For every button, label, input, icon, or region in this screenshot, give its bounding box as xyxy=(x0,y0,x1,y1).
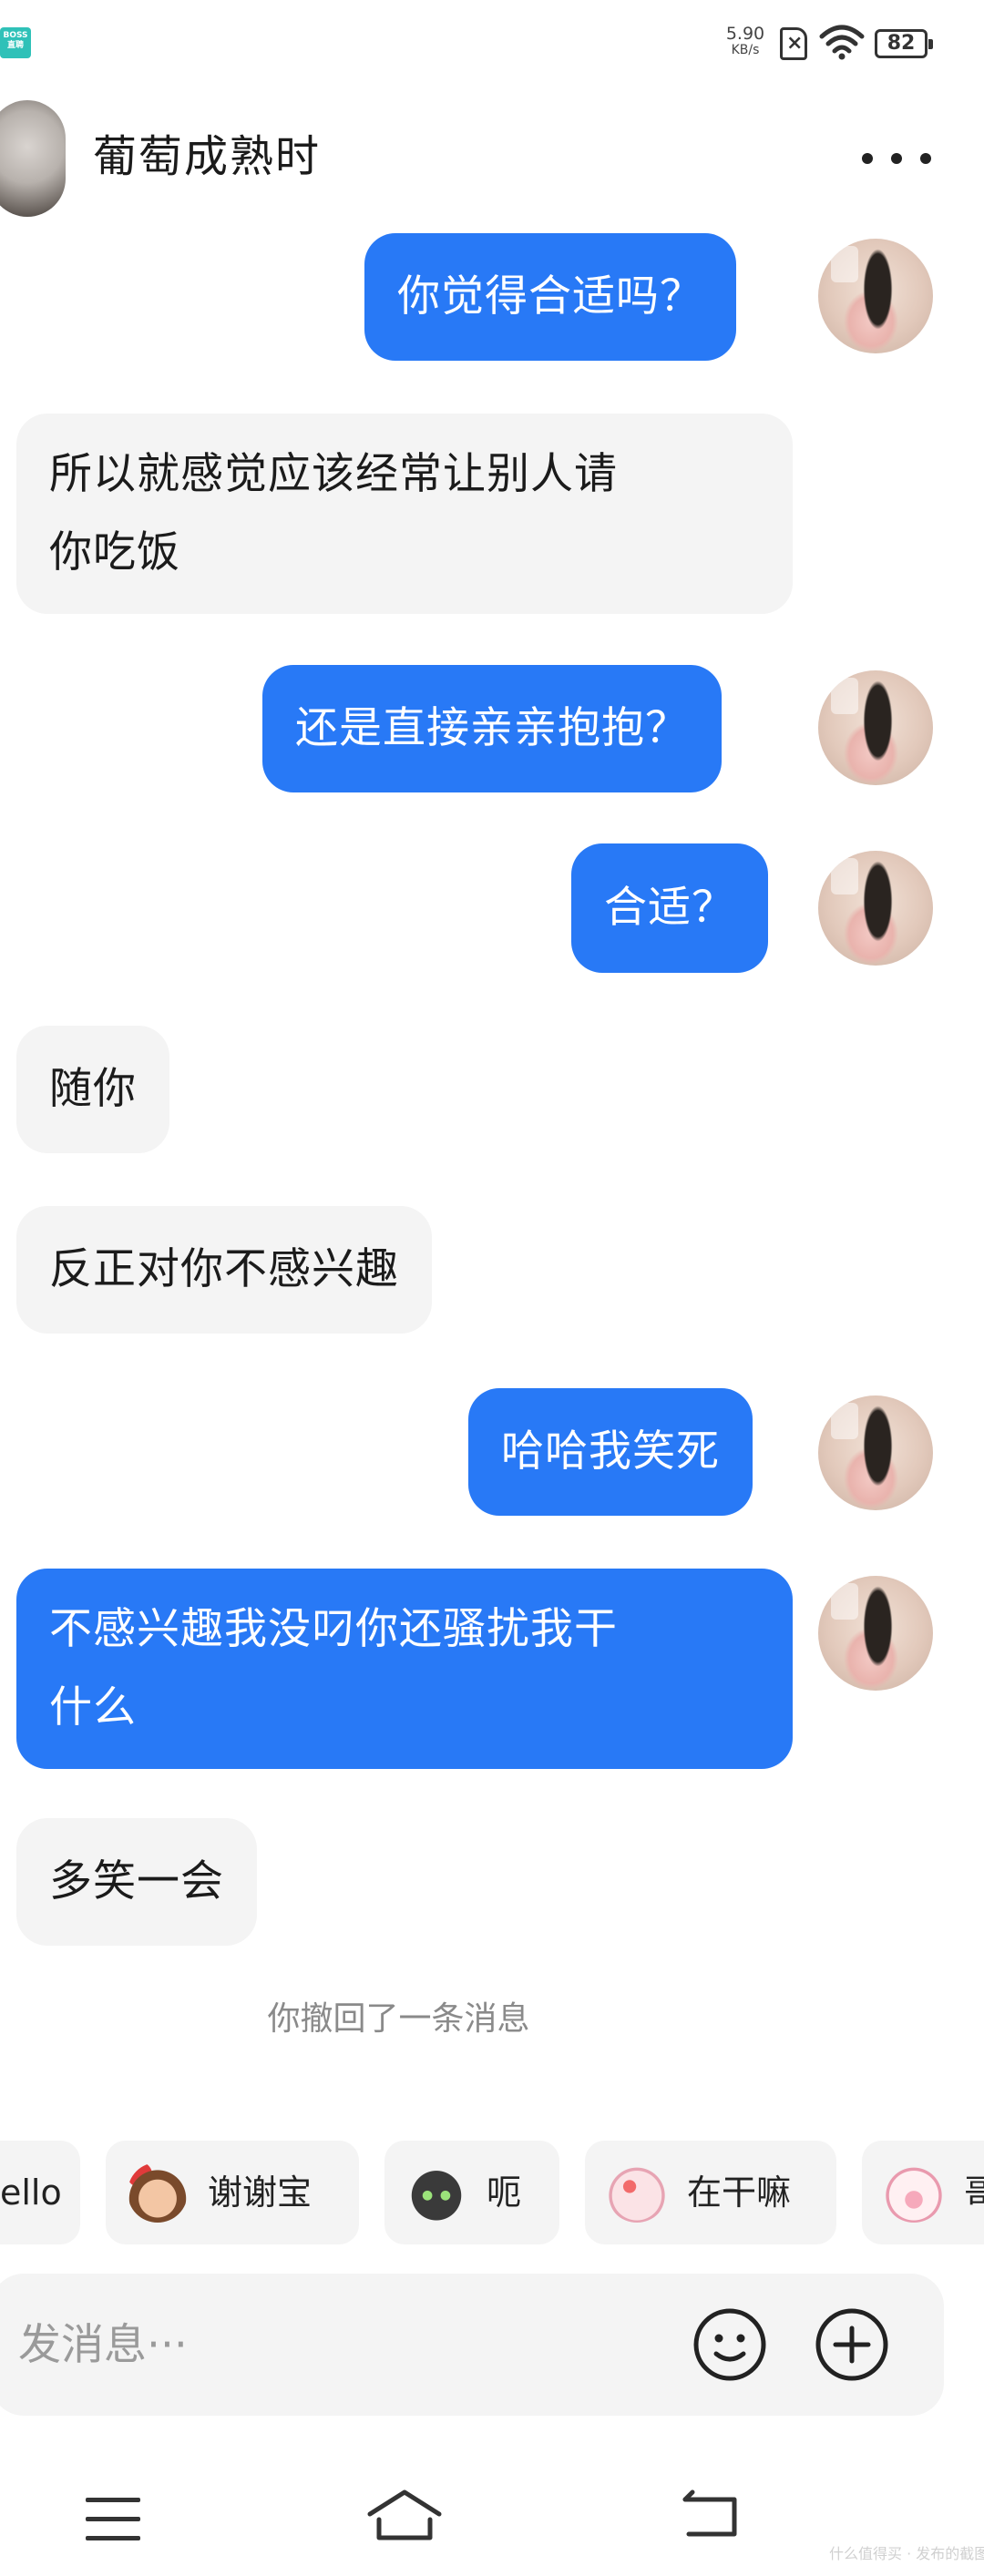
quick-reply-label: ello xyxy=(0,2172,62,2213)
quick-reply-chip[interactable]: ello xyxy=(0,2141,80,2244)
quick-reply-chip[interactable]: 谢谢宝 xyxy=(106,2141,359,2244)
quick-reply-chip[interactable]: 哥 xyxy=(862,2141,984,2244)
network-speed-value: 5.90 xyxy=(725,24,765,44)
message-bubble-sent[interactable]: 不感兴趣我没叼你还骚扰我干 什么 xyxy=(16,1569,793,1769)
message-bubble-received[interactable]: 所以就感觉应该经常让别人请 你吃饭 xyxy=(16,414,793,614)
girl-with-rose-sticker-icon xyxy=(128,2162,188,2223)
status-bar: BOSS直聘 5.90 KB/s × 82 xyxy=(0,0,984,91)
message-bubble-sent[interactable]: 合适？ xyxy=(571,843,768,973)
quick-reply-bar: ello 谢谢宝 呃 在干嘛 哥 xyxy=(0,2141,984,2248)
more-dots-icon[interactable] xyxy=(862,140,931,177)
message-bubble-received[interactable]: 随你 xyxy=(16,1026,169,1153)
my-avatar[interactable] xyxy=(818,1395,933,1510)
quick-reply-label: 在干嘛 xyxy=(687,2172,792,2213)
quick-reply-label: 哥 xyxy=(964,2172,984,2213)
message-input-bar xyxy=(0,2274,944,2416)
network-speed: 5.90 KB/s xyxy=(722,26,769,58)
contact-name: 葡萄成熟时 xyxy=(93,131,322,182)
cat-sticker-icon xyxy=(406,2162,466,2223)
pig-magnifier-sticker-icon xyxy=(607,2162,667,2223)
quick-reply-label: 谢谢宝 xyxy=(208,2172,313,2213)
battery-level: 82 xyxy=(887,32,916,55)
contact-avatar[interactable] xyxy=(0,100,66,217)
plus-circle-icon[interactable] xyxy=(814,2306,890,2383)
battery-icon: 82 xyxy=(875,29,933,58)
quick-reply-label: 呃 xyxy=(487,2172,522,2213)
my-avatar[interactable] xyxy=(818,670,933,785)
quick-reply-chip[interactable]: 在干嘛 xyxy=(585,2141,836,2244)
emoji-face-icon[interactable] xyxy=(692,2306,768,2383)
message-input[interactable] xyxy=(18,2310,656,2379)
pig-sticker-icon xyxy=(884,2162,944,2223)
watermark: 什么值得买 · 发布的截图 xyxy=(829,2545,984,2562)
my-avatar[interactable] xyxy=(818,851,933,966)
back-icon[interactable] xyxy=(680,2487,743,2545)
message-bubble-sent[interactable]: 你觉得合适吗？ xyxy=(364,233,736,361)
message-bubble-received[interactable]: 反正对你不感兴趣 xyxy=(16,1206,432,1334)
network-speed-unit: KB/s xyxy=(731,43,760,57)
message-bubble-received[interactable]: 多笑一会 xyxy=(16,1818,257,1946)
message-bubble-sent[interactable]: 哈哈我笑死 xyxy=(468,1388,753,1516)
quick-reply-chip[interactable]: 呃 xyxy=(384,2141,559,2244)
recall-notice: 你撤回了一条消息 xyxy=(267,2000,530,2038)
my-avatar[interactable] xyxy=(818,1576,933,1691)
home-icon[interactable] xyxy=(364,2487,445,2545)
boss-app-icon: BOSS直聘 xyxy=(0,27,31,58)
sim-card-icon: × xyxy=(780,27,807,60)
message-bubble-sent[interactable]: 还是直接亲亲抱抱？ xyxy=(262,665,722,792)
chat-header: 葡萄成熟时 xyxy=(0,91,984,228)
my-avatar[interactable] xyxy=(818,239,933,353)
menu-icon[interactable] xyxy=(86,2498,144,2547)
wifi-icon xyxy=(819,25,865,60)
